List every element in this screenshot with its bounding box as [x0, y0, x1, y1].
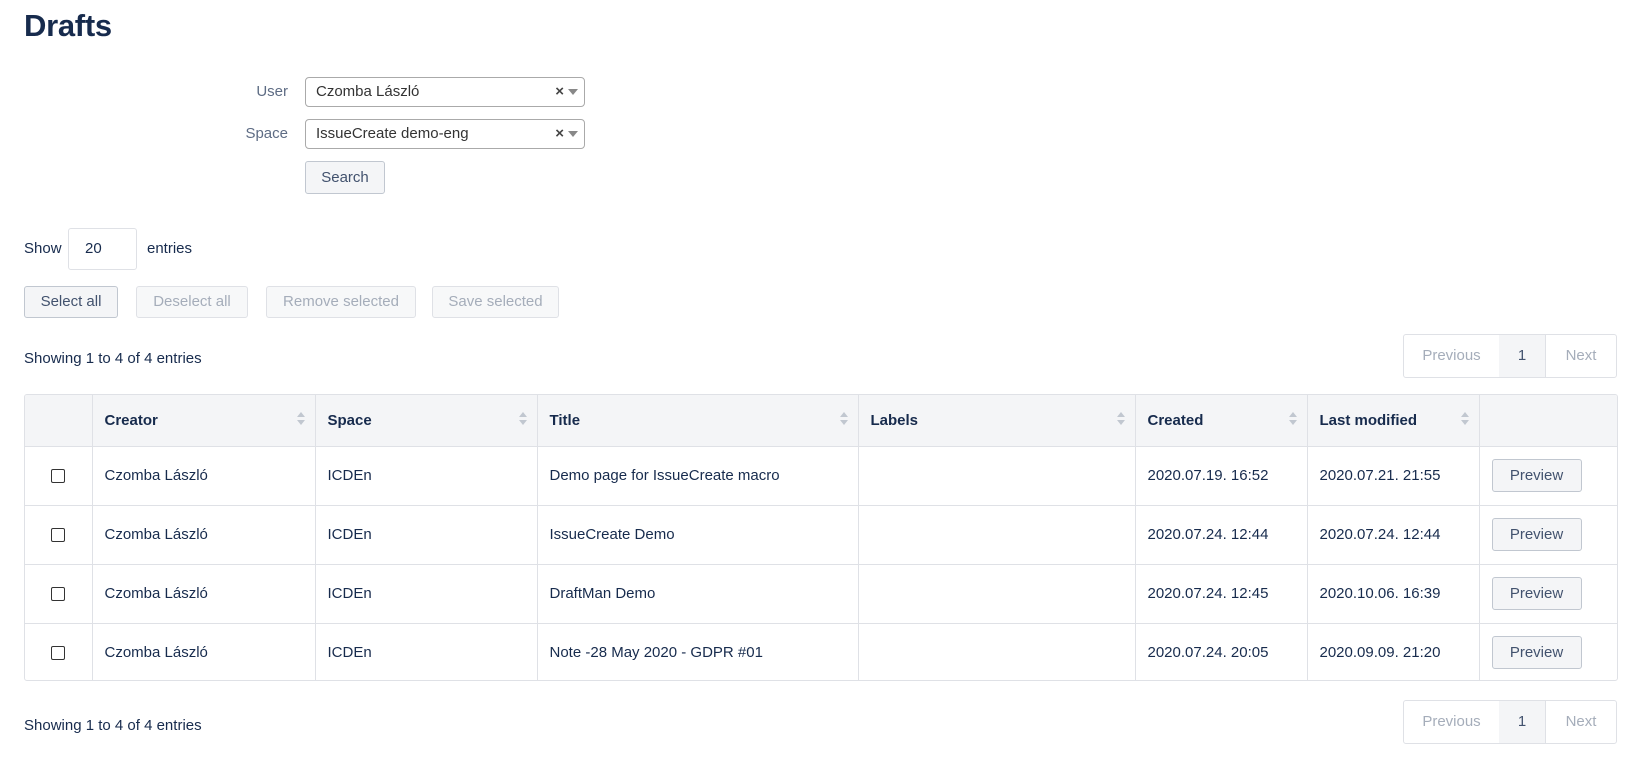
chevron-down-icon[interactable] — [568, 89, 578, 95]
labels-cell — [858, 623, 1136, 680]
actions-column-header — [1479, 395, 1617, 447]
row-checkbox[interactable] — [51, 469, 65, 484]
labels-cell — [858, 446, 1136, 506]
modified-cell: 2020.09.09. 21:20 — [1307, 623, 1480, 680]
space-clear-icon[interactable]: × — [555, 120, 564, 148]
table-info-bottom: Showing 1 to 4 of 4 entries — [24, 717, 202, 734]
space-cell: ICDEn — [315, 446, 538, 506]
user-filter-row: User Czomba László × — [0, 77, 600, 107]
row-checkbox[interactable] — [51, 587, 65, 602]
select-column-header — [25, 395, 93, 447]
space-cell: ICDEn — [315, 505, 538, 565]
chevron-down-icon[interactable] — [568, 131, 578, 137]
row-checkbox[interactable] — [51, 645, 65, 660]
user-label: User — [256, 83, 288, 100]
sort-icon — [1288, 412, 1297, 428]
column-header-title[interactable]: Title — [537, 395, 859, 447]
creator-cell: Czomba László — [92, 623, 316, 680]
table-row: Czomba László ICDEn Note -28 May 2020 - … — [25, 623, 1617, 680]
column-header-creator[interactable]: Creator — [92, 395, 316, 447]
created-cell: 2020.07.24. 20:05 — [1135, 623, 1308, 680]
column-header-labels[interactable]: Labels — [858, 395, 1136, 447]
modified-cell: 2020.07.21. 21:55 — [1307, 446, 1480, 506]
modified-cell: 2020.07.24. 12:44 — [1307, 505, 1480, 565]
preview-button[interactable]: Preview — [1491, 459, 1582, 492]
user-select-value: Czomba László — [316, 83, 420, 100]
labels-cell — [858, 505, 1136, 565]
title-cell: IssueCreate Demo — [537, 505, 859, 565]
creator-cell: Czomba László — [92, 564, 316, 624]
created-cell: 2020.07.24. 12:45 — [1135, 564, 1308, 624]
labels-cell — [858, 564, 1136, 624]
space-label: Space — [245, 125, 288, 142]
page-1-button[interactable]: 1 — [1499, 701, 1546, 743]
preview-button[interactable]: Preview — [1491, 518, 1582, 551]
save-selected-button[interactable]: Save selected — [432, 286, 559, 318]
previous-page-button[interactable]: Previous — [1404, 701, 1500, 743]
user-clear-icon[interactable]: × — [555, 78, 564, 106]
entries-per-page-input[interactable]: 20 — [68, 228, 137, 270]
preview-button[interactable]: Preview — [1491, 635, 1582, 669]
space-filter-row: Space IssueCreate demo-eng × — [0, 119, 600, 149]
next-page-button[interactable]: Next — [1546, 701, 1616, 743]
table-row: Czomba László ICDEn DraftMan Demo 2020.0… — [25, 564, 1617, 624]
title-cell: DraftMan Demo — [537, 564, 859, 624]
search-button[interactable]: Search — [305, 161, 385, 194]
select-all-button[interactable]: Select all — [24, 286, 118, 318]
deselect-all-button[interactable]: Deselect all — [136, 286, 248, 318]
title-cell: Note -28 May 2020 - GDPR #01 — [537, 623, 859, 680]
sort-icon — [839, 412, 848, 428]
modified-cell: 2020.10.06. 16:39 — [1307, 564, 1480, 624]
title-cell: Demo page for IssueCreate macro — [537, 446, 859, 506]
column-header-space[interactable]: Space — [315, 395, 538, 447]
creator-cell: Czomba László — [92, 505, 316, 565]
entries-label: entries — [147, 240, 193, 257]
column-header-last-modified[interactable]: Last modified — [1307, 395, 1480, 447]
page-title: Drafts — [24, 8, 112, 43]
space-cell: ICDEn — [315, 623, 538, 680]
table-row: Czomba László ICDEn IssueCreate Demo 202… — [25, 505, 1617, 565]
created-cell: 2020.07.24. 12:44 — [1135, 505, 1308, 565]
sort-icon — [296, 412, 305, 428]
show-label: Show — [24, 240, 62, 257]
sort-icon — [1460, 412, 1469, 428]
created-cell: 2020.07.19. 16:52 — [1135, 446, 1308, 506]
column-header-created[interactable]: Created — [1135, 395, 1308, 447]
pagination-top: Previous 1 Next — [1403, 334, 1617, 378]
table-info-top: Showing 1 to 4 of 4 entries — [24, 350, 202, 367]
sort-icon — [1116, 412, 1125, 428]
space-select[interactable]: IssueCreate demo-eng × — [305, 119, 585, 149]
creator-cell: Czomba László — [92, 446, 316, 506]
preview-button[interactable]: Preview — [1491, 577, 1582, 610]
table-header-row: Creator Space Title Labels Created Last … — [25, 395, 1617, 447]
sort-icon — [518, 412, 527, 428]
space-cell: ICDEn — [315, 564, 538, 624]
space-select-value: IssueCreate demo-eng — [316, 125, 469, 142]
page-1-button[interactable]: 1 — [1499, 335, 1546, 377]
drafts-table: Creator Space Title Labels Created Last … — [24, 394, 1618, 681]
row-checkbox[interactable] — [51, 528, 65, 543]
previous-page-button[interactable]: Previous — [1404, 335, 1500, 377]
pagination-bottom: Previous 1 Next — [1403, 700, 1617, 744]
next-page-button[interactable]: Next — [1546, 335, 1616, 377]
table-row: Czomba László ICDEn Demo page for IssueC… — [25, 446, 1617, 506]
user-select[interactable]: Czomba László × — [305, 77, 585, 107]
remove-selected-button[interactable]: Remove selected — [266, 286, 416, 318]
